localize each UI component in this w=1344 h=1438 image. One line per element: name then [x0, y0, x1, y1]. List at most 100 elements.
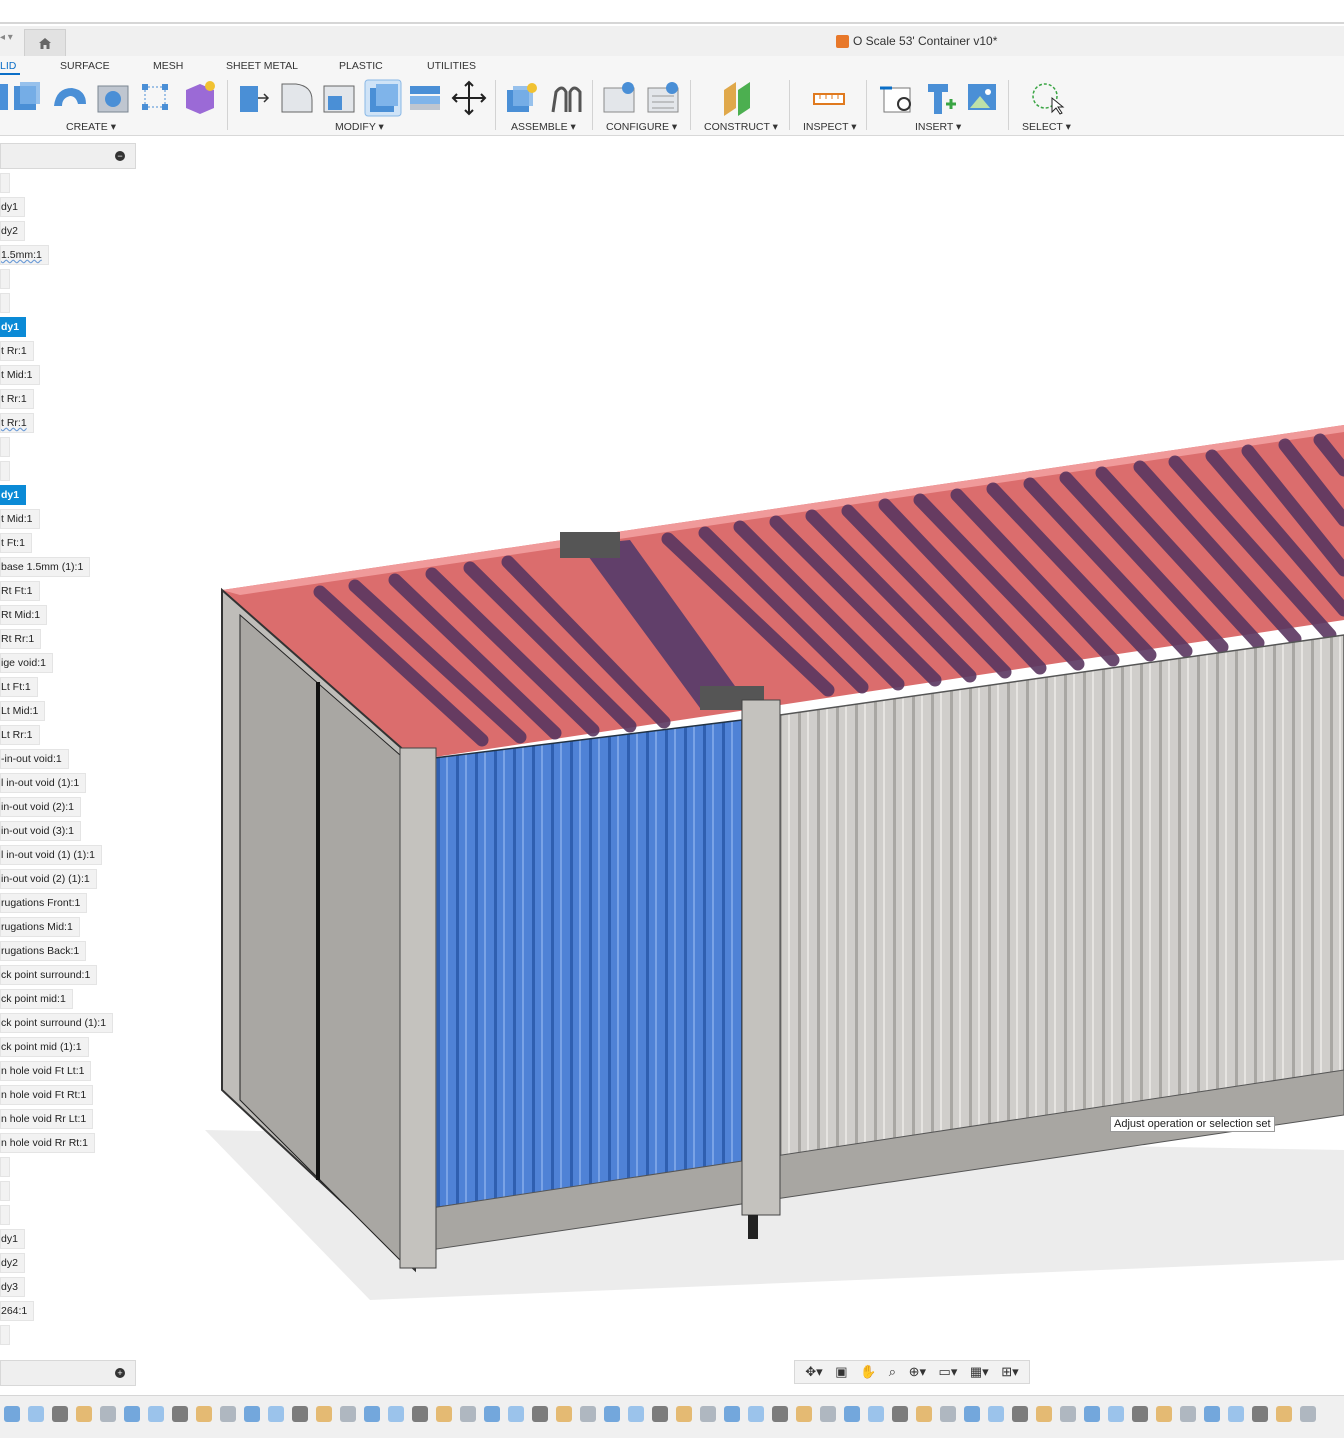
- timeline-feature-icon[interactable]: [412, 1406, 428, 1422]
- modify-menu[interactable]: MODIFY ▾: [335, 121, 384, 133]
- timeline-feature-icon[interactable]: [652, 1406, 668, 1422]
- browser-node[interactable]: t Mid:1: [0, 365, 40, 385]
- browser-node[interactable]: t Ft:1: [0, 533, 32, 553]
- timeline-feature-icon[interactable]: [364, 1406, 380, 1422]
- browser-node[interactable]: t Rr:1: [0, 389, 34, 409]
- timeline-feature-icon[interactable]: [76, 1406, 92, 1422]
- container-model[interactable]: [140, 140, 1344, 1385]
- timeline-feature-icon[interactable]: [292, 1406, 308, 1422]
- browser-node[interactable]: dy2: [0, 1253, 25, 1273]
- browser-node[interactable]: Lt Ft:1: [0, 677, 38, 697]
- browser-node[interactable]: rugations Mid:1: [0, 917, 80, 937]
- browser-node[interactable]: dy1: [0, 1229, 25, 1249]
- pan-icon[interactable]: ✋: [860, 1364, 876, 1380]
- configure-table-icon[interactable]: [603, 82, 635, 113]
- offset-plane-icon[interactable]: [724, 82, 750, 116]
- browser-node[interactable]: Rt Rr:1: [0, 629, 42, 649]
- browser-node[interactable]: -in-out void:1: [0, 749, 69, 769]
- browser-node[interactable]: Rt Ft:1: [0, 581, 40, 601]
- browser-node[interactable]: [0, 437, 10, 457]
- extrude-icon[interactable]: [14, 82, 40, 110]
- browser-node[interactable]: n hole void Rr Rt:1: [0, 1133, 95, 1153]
- sketch-icon[interactable]: [0, 84, 8, 110]
- browser-node[interactable]: rugations Front:1: [0, 893, 88, 913]
- timeline-feature-icon[interactable]: [1228, 1406, 1244, 1422]
- timeline-feature-icon[interactable]: [964, 1406, 980, 1422]
- insert-menu[interactable]: INSERT ▾: [915, 121, 961, 133]
- assemble-menu[interactable]: ASSEMBLE ▾: [511, 121, 576, 133]
- timeline-feature-icon[interactable]: [556, 1406, 572, 1422]
- grid-icon[interactable]: ▦▾: [970, 1364, 989, 1380]
- tab-solid[interactable]: LID: [0, 60, 21, 75]
- browser-node[interactable]: n hole void Rr Lt:1: [0, 1109, 94, 1129]
- timeline-feature-icon[interactable]: [148, 1406, 164, 1422]
- split-face-icon[interactable]: [410, 86, 440, 110]
- browser-node[interactable]: dy1: [0, 317, 27, 337]
- browser-node[interactable]: in-out void (2) (1):1: [0, 869, 97, 889]
- tab-mesh[interactable]: MESH: [153, 60, 183, 72]
- revolve-icon[interactable]: [54, 88, 86, 106]
- timeline-feature-icon[interactable]: [580, 1406, 596, 1422]
- fillet-icon[interactable]: [281, 83, 313, 113]
- timeline-feature-icon[interactable]: [604, 1406, 620, 1422]
- timeline-feature-icon[interactable]: [724, 1406, 740, 1422]
- timeline-feature-icon[interactable]: [916, 1406, 932, 1422]
- timeline-feature-icon[interactable]: [940, 1406, 956, 1422]
- browser-node[interactable]: base 1.5mm (1):1: [0, 557, 91, 577]
- tab-utilities[interactable]: UTILITIES: [427, 60, 476, 72]
- timeline-feature-icon[interactable]: [1204, 1406, 1220, 1422]
- side-panel[interactable]: [779, 634, 1344, 1161]
- hole-icon[interactable]: [97, 85, 129, 113]
- selected-side-panel[interactable]: [417, 719, 743, 1211]
- timeline-feature-icon[interactable]: [1252, 1406, 1268, 1422]
- browser-node[interactable]: in-out void (2):1: [0, 797, 81, 817]
- browser-node[interactable]: ck point surround (1):1: [0, 1013, 114, 1033]
- browser-node[interactable]: [0, 1157, 10, 1177]
- browser-node[interactable]: ige void:1: [0, 653, 53, 673]
- browser-node[interactable]: [0, 173, 10, 193]
- viewports-icon[interactable]: ⊞▾: [1001, 1364, 1018, 1380]
- home-tab[interactable]: [24, 29, 66, 56]
- timeline-feature-icon[interactable]: [1108, 1406, 1124, 1422]
- browser-node[interactable]: [0, 1325, 10, 1345]
- browser-node[interactable]: rugations Back:1: [0, 941, 87, 961]
- timeline-feature-icon[interactable]: [748, 1406, 764, 1422]
- browser-node[interactable]: n hole void Ft Rt:1: [0, 1085, 94, 1105]
- joint-icon[interactable]: [551, 86, 582, 113]
- timeline-feature-icon[interactable]: [220, 1406, 236, 1422]
- timeline-feature-icon[interactable]: [892, 1406, 908, 1422]
- browser-node[interactable]: [0, 269, 10, 289]
- timeline-feature-icon[interactable]: [772, 1406, 788, 1422]
- create-form-icon[interactable]: [186, 81, 215, 114]
- browser-node[interactable]: [0, 293, 10, 313]
- browser-node[interactable]: Rt Mid:1: [0, 605, 48, 625]
- timeline-feature-icon[interactable]: [52, 1406, 68, 1422]
- timeline-feature-icon[interactable]: [988, 1406, 1004, 1422]
- browser-node[interactable]: Lt Mid:1: [0, 701, 46, 721]
- timeline-feature-icon[interactable]: [508, 1406, 524, 1422]
- browser-node[interactable]: t Rr:1: [0, 413, 34, 433]
- timeline-feature-icon[interactable]: [700, 1406, 716, 1422]
- create-menu[interactable]: CREATE ▾: [66, 121, 116, 133]
- browser-node[interactable]: dy1: [0, 485, 27, 505]
- timeline-feature-icon[interactable]: [1084, 1406, 1100, 1422]
- browser-node[interactable]: [0, 1205, 10, 1225]
- canvas-viewport[interactable]: [140, 140, 1344, 1385]
- look-at-icon[interactable]: ▣: [835, 1364, 847, 1380]
- select-menu[interactable]: SELECT ▾: [1022, 121, 1071, 133]
- timeline-feature-icon[interactable]: [436, 1406, 452, 1422]
- timeline-feature-icon[interactable]: [532, 1406, 548, 1422]
- timeline-feature-icon[interactable]: [1060, 1406, 1076, 1422]
- orbit-icon[interactable]: ✥▾: [805, 1364, 822, 1380]
- browser-node[interactable]: in-out void (3):1: [0, 821, 81, 841]
- browser-node[interactable]: dy2: [0, 221, 25, 241]
- browser-node[interactable]: 1.5mm:1: [0, 245, 49, 265]
- tab-surface[interactable]: SURFACE: [60, 60, 110, 72]
- tab-scroll-icon[interactable]: ◂ ▾: [0, 32, 13, 43]
- timeline-feature-icon[interactable]: [1132, 1406, 1148, 1422]
- shell-icon[interactable]: [364, 79, 402, 117]
- timeline-feature-icon[interactable]: [388, 1406, 404, 1422]
- browser-node[interactable]: l in-out void (1) (1):1: [0, 845, 102, 865]
- expand-icon[interactable]: +: [115, 1368, 125, 1378]
- browser-node[interactable]: t Rr:1: [0, 341, 34, 361]
